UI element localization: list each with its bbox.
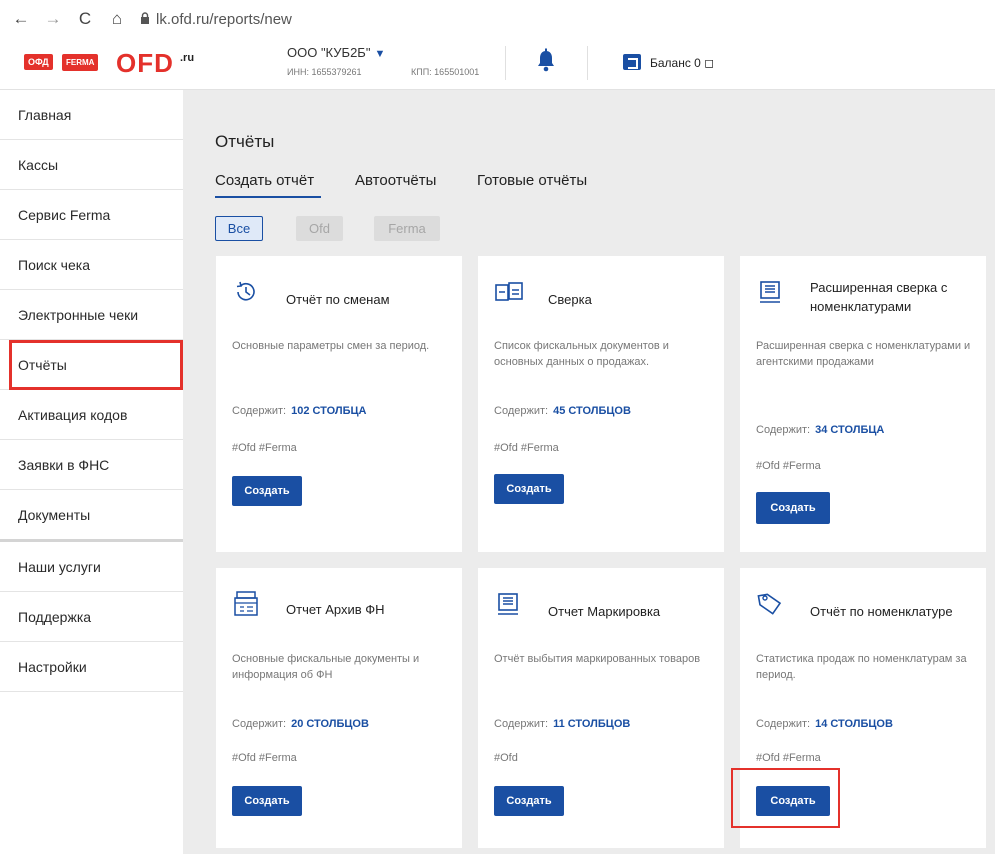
monitor-list-icon bbox=[494, 590, 522, 618]
create-report-button[interactable]: Создать bbox=[756, 492, 830, 524]
tab-auto-reports[interactable]: Автоотчёты bbox=[355, 172, 436, 189]
main-content: Отчёты Создать отчёт Автоотчёты Готовые … bbox=[183, 90, 995, 854]
organization-kpp: КПП: 165501001 bbox=[411, 67, 480, 77]
sidebar-item-documents[interactable]: Документы bbox=[0, 490, 183, 542]
report-card-tags: #Ofd #Ferma bbox=[756, 460, 821, 472]
report-card-columns: Содержит: 45 СТОЛБЦОВ bbox=[494, 405, 631, 417]
report-card-description: Расширенная сверка с номенклатурами и аг… bbox=[756, 340, 971, 368]
report-card-title: Отчет Маркировка bbox=[548, 604, 661, 619]
column-count: 45 СТОЛБЦОВ bbox=[553, 405, 631, 417]
report-card: Отчёт по номенклатуре Статистика продаж … bbox=[740, 568, 986, 848]
contains-label: Содержит: bbox=[232, 405, 287, 417]
reload-icon[interactable]: C bbox=[74, 9, 96, 29]
contains-label: Содержит: bbox=[756, 718, 811, 730]
header-divider bbox=[505, 46, 506, 80]
wallet-icon[interactable] bbox=[623, 54, 641, 70]
archive-icon bbox=[232, 590, 260, 618]
sidebar-item-fns-requests[interactable]: Заявки в ФНС bbox=[0, 440, 183, 490]
ofd-logo-badge[interactable]: ОФД bbox=[24, 54, 53, 70]
report-card-description: Отчёт выбытия маркированных товаров bbox=[494, 653, 701, 665]
report-card-description: Список фискальных документов и основных … bbox=[494, 340, 669, 368]
create-report-button[interactable]: Создать bbox=[494, 474, 564, 504]
contains-label: Содержит: bbox=[232, 718, 287, 730]
sidebar-item-main[interactable]: Главная bbox=[0, 90, 183, 140]
report-card-title: Расширенная сверка с номенклатурами bbox=[810, 280, 948, 314]
address-bar[interactable]: lk.ofd.ru/reports/new bbox=[156, 11, 292, 28]
sidebar-item-cash-registers[interactable]: Кассы bbox=[0, 140, 183, 190]
home-icon[interactable]: ⌂ bbox=[106, 9, 128, 29]
sidebar-item-settings[interactable]: Настройки bbox=[0, 642, 183, 692]
filter-ferma[interactable]: Ferma bbox=[374, 216, 440, 241]
report-card-tags: #Ofd #Ferma bbox=[232, 442, 297, 454]
create-report-button[interactable]: Создать bbox=[494, 786, 564, 816]
report-card-description: Статистика продаж по номенклатурам за пе… bbox=[756, 653, 967, 681]
ferma-logo-badge[interactable]: FERMA bbox=[62, 54, 99, 71]
column-count: 14 СТОЛБЦОВ bbox=[815, 718, 893, 730]
tab-create-report[interactable]: Создать отчёт bbox=[215, 172, 314, 189]
tab-ready-reports[interactable]: Готовые отчёты bbox=[477, 172, 587, 189]
sidebar-item-electronic-receipts[interactable]: Электронные чеки bbox=[0, 290, 183, 340]
report-card: Расширенная сверка с номенклатурами Расш… bbox=[740, 256, 986, 552]
organization-name[interactable]: ООО "КУБ2Б" ▼ bbox=[287, 45, 385, 60]
report-card-columns: Содержит: 14 СТОЛБЦОВ bbox=[756, 718, 893, 730]
filter-ofd[interactable]: Ofd bbox=[296, 216, 343, 241]
create-report-button[interactable]: Создать bbox=[756, 786, 830, 816]
report-card-title: Сверка bbox=[548, 292, 592, 307]
logo-suffix: .ru bbox=[180, 52, 195, 64]
sidebar-item-ferma-service[interactable]: Сервис Ferma bbox=[0, 190, 183, 240]
sidebar: Главная Кассы Сервис Ferma Поиск чека Эл… bbox=[0, 90, 183, 854]
sidebar-item-code-activation[interactable]: Активация кодов bbox=[0, 390, 183, 440]
report-card-title: Отчет Архив ФН bbox=[286, 602, 385, 617]
report-card-columns: Содержит: 34 СТОЛБЦА bbox=[756, 424, 884, 436]
price-tag-icon bbox=[756, 590, 784, 618]
sidebar-item-our-services[interactable]: Наши услуги bbox=[0, 542, 183, 592]
report-card-description: Основные фискальные документы и информац… bbox=[232, 653, 420, 681]
report-card-tags: #Ofd #Ferma bbox=[232, 752, 297, 764]
report-card-tags: #Ofd #Ferma bbox=[756, 752, 821, 764]
contains-label: Содержит: bbox=[756, 424, 811, 436]
column-count: 102 СТОЛБЦА bbox=[291, 405, 367, 417]
back-arrow-icon[interactable]: ← bbox=[10, 9, 32, 29]
report-card: Отчет Маркировка Отчёт выбытия маркирова… bbox=[478, 568, 724, 848]
report-card-columns: Содержит: 102 СТОЛБЦА bbox=[232, 405, 367, 417]
active-item-highlight bbox=[9, 340, 183, 390]
create-report-button[interactable]: Создать bbox=[232, 476, 302, 506]
report-card-tags: #Ofd #Ferma bbox=[494, 442, 559, 454]
forward-arrow-icon[interactable]: → bbox=[42, 9, 64, 29]
compare-documents-icon bbox=[494, 278, 523, 306]
organization-inn: ИНН: 1655379261 bbox=[287, 67, 362, 77]
report-card-columns: Содержит: 11 СТОЛБЦОВ bbox=[494, 718, 630, 730]
contains-label: Содержит: bbox=[494, 718, 549, 730]
report-card-title: Отчёт по номенклатуре bbox=[810, 604, 953, 619]
sidebar-item-support[interactable]: Поддержка bbox=[0, 592, 183, 642]
column-count: 34 СТОЛБЦА bbox=[815, 424, 885, 436]
organization-name-text: ООО "КУБ2Б" bbox=[287, 45, 371, 60]
chevron-down-icon: ▼ bbox=[374, 48, 386, 60]
report-card-title: Отчёт по сменам bbox=[286, 292, 390, 307]
app-header: ОФД FERMA OFD .ru ООО "КУБ2Б" ▼ ИНН: 1655… bbox=[0, 38, 995, 90]
report-card-columns: Содержит: 20 СТОЛБЦОВ bbox=[232, 718, 369, 730]
balance-label[interactable]: Баланс 0 ◻ bbox=[650, 56, 714, 70]
lock-icon bbox=[140, 11, 150, 27]
column-count: 11 СТОЛБЦОВ bbox=[553, 718, 631, 730]
ofd-logo[interactable]: OFD bbox=[116, 48, 174, 79]
report-card-tags: #Ofd bbox=[494, 752, 518, 764]
header-divider bbox=[587, 46, 588, 80]
browser-bar: ← → C ⌂ lk.ofd.ru/reports/new bbox=[0, 0, 995, 38]
report-card: Отчёт по сменам Основные параметры смен … bbox=[216, 256, 462, 552]
contains-label: Содержит: bbox=[494, 405, 549, 417]
column-count: 20 СТОЛБЦОВ bbox=[291, 718, 369, 730]
clock-report-icon bbox=[232, 278, 260, 306]
active-tab-underline bbox=[215, 196, 321, 198]
report-card-description: Основные параметры смен за период. bbox=[232, 340, 430, 352]
monitor-list-icon bbox=[756, 278, 784, 306]
report-card: Сверка Список фискальных документов и ос… bbox=[478, 256, 724, 552]
report-card: Отчет Архив ФН Основные фискальные докум… bbox=[216, 568, 462, 848]
sidebar-item-receipt-search[interactable]: Поиск чека bbox=[0, 240, 183, 290]
page-title: Отчёты bbox=[215, 132, 275, 151]
bell-icon[interactable] bbox=[535, 48, 557, 74]
filter-all[interactable]: Все bbox=[215, 216, 263, 241]
create-report-button[interactable]: Создать bbox=[232, 786, 302, 816]
